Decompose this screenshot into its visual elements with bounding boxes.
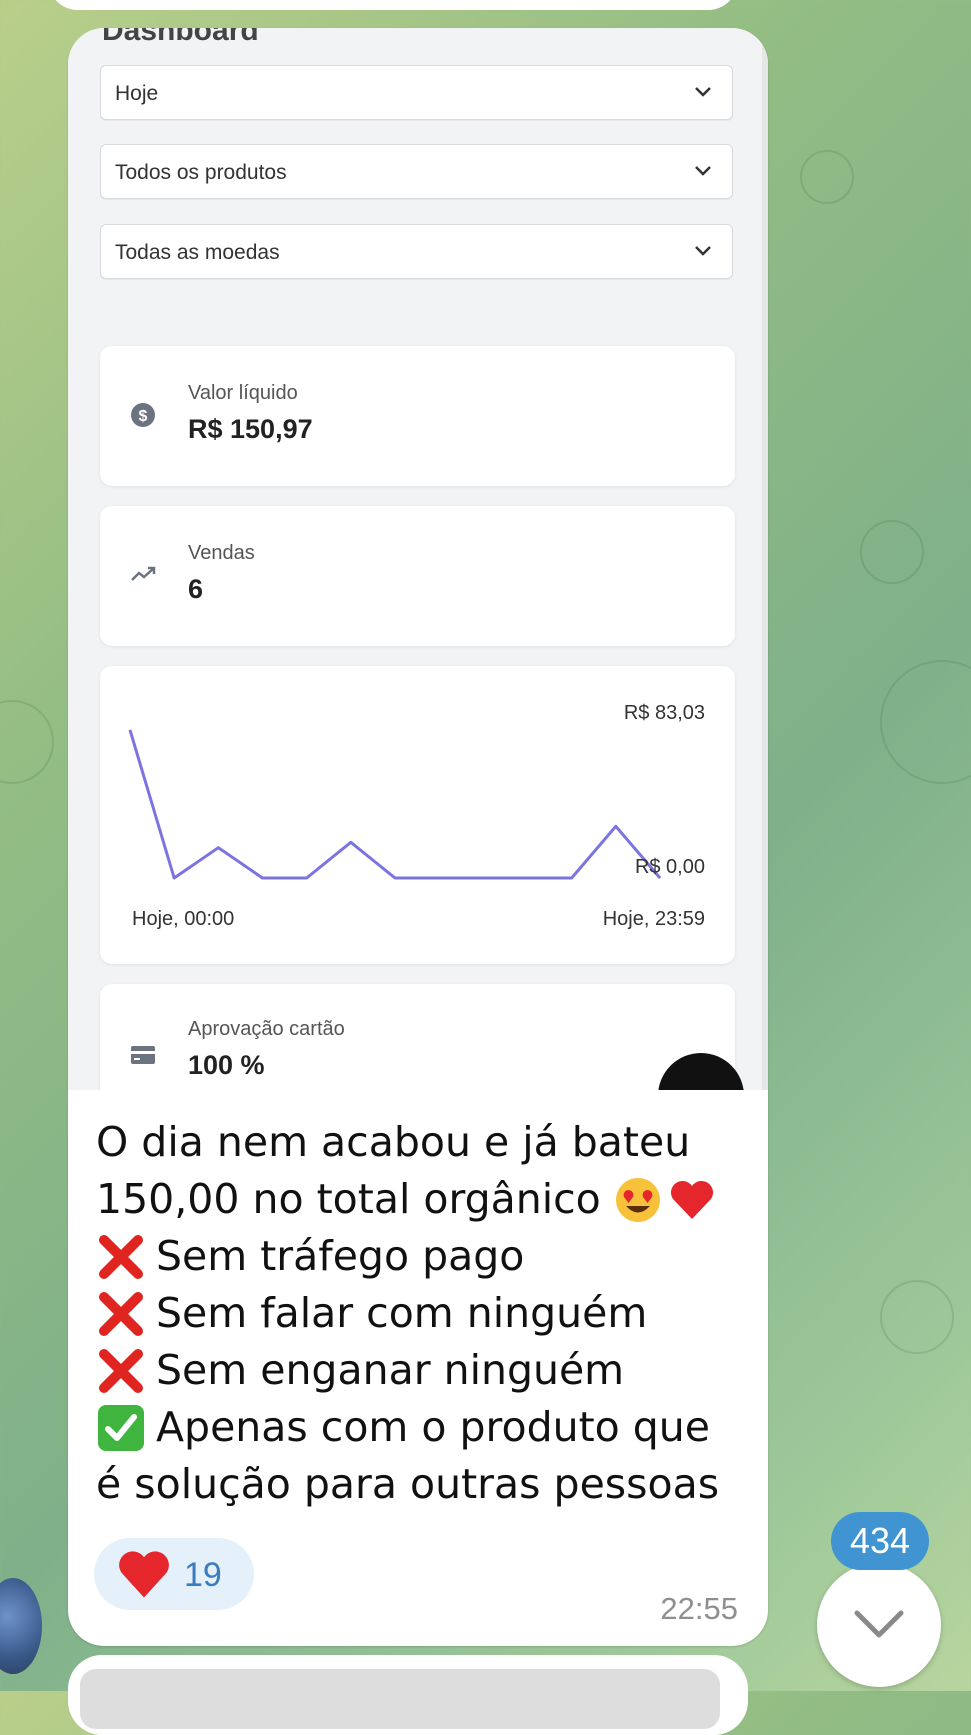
chart-y-max-label: R$ 83,03 — [623, 702, 705, 724]
cross-mark-emoji — [99, 1234, 143, 1279]
message-line: Apenas com o produto que — [96, 1399, 756, 1456]
card-approval-card: Aprovação cartão 100 % — [100, 984, 735, 1090]
chevron-down-icon — [695, 246, 711, 256]
sales-data-point — [394, 877, 396, 879]
background-doodle — [860, 520, 924, 584]
message-line: é solução para outras pessoas — [96, 1460, 720, 1508]
dashboard-title: Dashboard — [102, 28, 259, 47]
sales-data-point — [438, 877, 440, 879]
cross-mark-emoji — [99, 1291, 143, 1336]
sales-series-line — [128, 729, 662, 880]
check-mark-emoji — [98, 1404, 144, 1451]
sales-data-point — [527, 877, 528, 879]
unread-count-badge: 434 — [831, 1512, 929, 1570]
background-doodle — [880, 660, 971, 784]
message-line: Sem tráfego pago — [96, 1228, 756, 1285]
reaction-count: 19 — [184, 1556, 222, 1594]
sales-data-point — [129, 729, 131, 731]
sales-label: Vendas — [188, 542, 255, 564]
svg-text:$: $ — [139, 408, 148, 425]
card-approval-rate: 100 % — [188, 1050, 265, 1080]
chart-y-min-label: R$ 0,00 — [634, 856, 705, 878]
message-text: O dia nem acabou e já bateu 150,00 no to… — [96, 1114, 756, 1513]
chat-message-bubble[interactable]: Dashboard Hoje Todos os produtos Todas a… — [68, 28, 768, 1646]
previous-message-bubble — [48, 0, 738, 10]
net-value-label: Valor líquido — [188, 382, 298, 404]
sales-data-point — [482, 877, 484, 879]
currency-select-value: Todas as moedas — [115, 241, 280, 264]
product-select-value: Todos os produtos — [115, 161, 287, 184]
message-line: Sem falar com ninguém — [96, 1285, 756, 1342]
scroll-to-bottom-button[interactable] — [817, 1563, 941, 1687]
sales-data-point — [350, 841, 352, 843]
smiling-heart-eyes-emoji — [615, 1177, 660, 1222]
sender-avatar[interactable] — [0, 1578, 42, 1674]
chevron-down-icon — [695, 166, 711, 176]
message-line: Sem enganar ninguém — [96, 1342, 756, 1399]
product-select[interactable]: Todos os produtos — [100, 144, 733, 199]
chevron-down-icon — [695, 87, 711, 97]
sales-chart-card: R$ 83,03 R$ 0,00 Hoje, 00:00 Hoje, 23:59 — [100, 666, 735, 964]
sales-data-point — [217, 847, 219, 849]
next-message-bubble[interactable] — [68, 1655, 748, 1735]
message-image[interactable]: Dashboard Hoje Todos os produtos Todas a… — [68, 28, 768, 1090]
red-heart-emoji — [119, 1551, 169, 1598]
background-doodle — [800, 150, 854, 204]
message-line: 150,00 no total orgânico — [96, 1171, 756, 1228]
sales-data-point — [306, 877, 308, 879]
credit-card-icon — [131, 1046, 155, 1064]
heart-reaction[interactable]: 19 — [94, 1538, 254, 1610]
sales-data-point — [571, 877, 573, 879]
dollar-coin-icon: $ — [131, 403, 155, 427]
currency-select[interactable]: Todas as moedas — [100, 224, 733, 279]
sales-data-point — [615, 825, 617, 827]
message-line: O dia nem acabou e já bateu — [96, 1118, 691, 1166]
next-message-preview — [80, 1669, 720, 1729]
sales-data-point — [262, 877, 263, 879]
background-doodle — [0, 700, 54, 784]
sales-card: Vendas 6 — [100, 506, 735, 646]
sales-data-point — [173, 877, 175, 879]
chevron-down-icon — [854, 1610, 904, 1638]
background-doodle — [880, 1280, 954, 1354]
net-value-amount: R$ 150,97 — [188, 414, 313, 444]
message-time: 22:55 — [660, 1591, 738, 1626]
chart-x-start-label: Hoje, 00:00 — [132, 908, 235, 930]
period-select[interactable]: Hoje — [100, 65, 733, 120]
cross-mark-emoji — [99, 1348, 143, 1393]
net-value-card: $ Valor líquido R$ 150,97 — [100, 346, 735, 486]
chart-x-end-label: Hoje, 23:59 — [602, 908, 705, 930]
card-approval-label: Aprovação cartão — [188, 1018, 345, 1040]
trending-up-icon — [131, 566, 156, 581]
period-select-value: Hoje — [115, 82, 159, 105]
red-heart-emoji — [670, 1180, 713, 1219]
sales-count: 6 — [188, 574, 204, 604]
